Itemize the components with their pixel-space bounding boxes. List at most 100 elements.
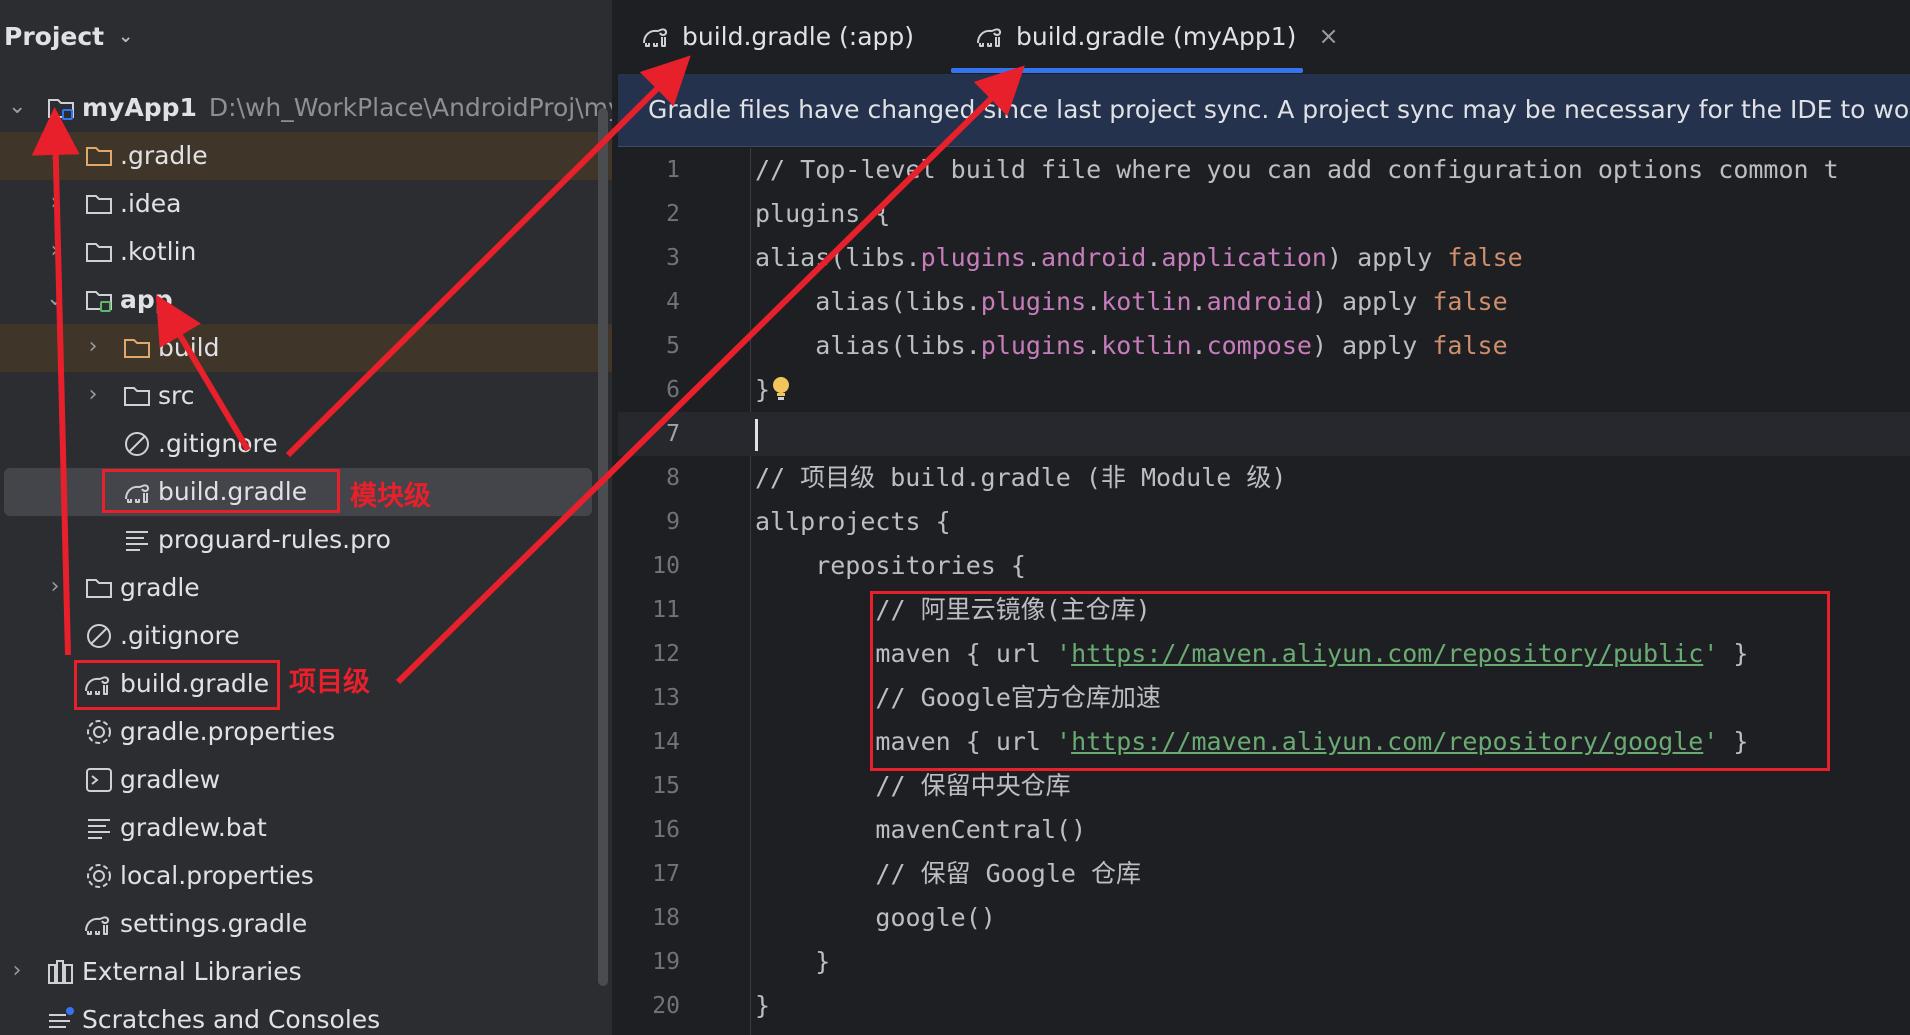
folder-icon <box>124 387 150 406</box>
code-line: 5 alias(libs.plugins.kotlin.compose) app… <box>666 331 1508 360</box>
terminal-icon <box>86 768 112 792</box>
module-build-gradle-highlight-box <box>102 469 340 513</box>
code-line: 20} <box>652 991 771 1020</box>
chevron-right-icon[interactable]: › <box>84 336 102 358</box>
tree-item-label: Scratches and Consoles <box>82 1005 381 1034</box>
tree-item-root-gitignore[interactable]: .gitignore <box>0 612 598 660</box>
code-line: 17 // 保留 Google 仓库 <box>652 859 1141 888</box>
tree-item-label: app <box>120 285 173 314</box>
text-file-icon <box>88 819 110 839</box>
code-line: 10 repositories { <box>652 551 1026 580</box>
project-build-gradle-highlight-box <box>74 660 280 710</box>
tree-item-gradlew-bat[interactable]: gradlew.bat <box>0 804 598 852</box>
gradle-icon <box>977 28 1002 47</box>
tree-item-label: .gitignore <box>120 621 240 650</box>
scratches-icon <box>49 1007 74 1028</box>
gear-icon <box>87 864 111 888</box>
gradle-sync-banner: Gradle files have changed since last pro… <box>618 74 1910 147</box>
ignore-icon <box>125 432 149 456</box>
gear-icon <box>87 720 111 744</box>
tree-item-label: proguard-rules.pro <box>158 525 391 554</box>
tree-item-label: .gradle <box>120 141 208 170</box>
tree-item-gradle-properties[interactable]: gradle.properties <box>0 708 598 756</box>
tab-build-gradle-app[interactable]: build.gradle (:app) <box>640 18 914 54</box>
tree-item-label: .kotlin <box>120 237 197 266</box>
project-level-annotation: 项目级 <box>289 667 370 698</box>
module-folder-icon <box>48 99 74 120</box>
code-line: 16 mavenCentral() <box>652 815 1087 844</box>
tree-item-label: build <box>158 333 220 362</box>
folder-orange-icon <box>86 147 112 166</box>
chevron-right-icon[interactable]: › <box>46 240 64 262</box>
folder-icon <box>86 243 112 262</box>
repository-mirrors-highlight-box <box>870 591 1830 771</box>
chevron-right-icon[interactable]: › <box>46 576 64 598</box>
module-folder-icon <box>86 291 112 312</box>
tree-item-label: local.properties <box>120 861 314 890</box>
code-line: 19 } <box>652 947 831 976</box>
tree-item-label: gradle <box>120 573 200 602</box>
tree-item-idea[interactable]: › .idea <box>0 180 598 228</box>
folder-orange-icon <box>124 339 150 358</box>
tree-item-dot-gradle[interactable]: › .gradle <box>0 132 612 180</box>
tree-item-app-gitignore[interactable]: .gitignore <box>0 420 598 468</box>
tree-item-label: External Libraries <box>82 957 302 986</box>
gradle-icon <box>643 28 668 47</box>
sidebar-scrollbar[interactable] <box>598 108 608 986</box>
code-line: 1// Top-level build file where you can a… <box>666 155 1839 184</box>
folder-icon <box>86 195 112 214</box>
tab-label: build.gradle (:app) <box>682 21 915 51</box>
chevron-right-icon[interactable]: › <box>46 144 64 166</box>
ignore-icon <box>87 624 111 648</box>
module-level-annotation: 模块级 <box>350 481 431 512</box>
tree-item-app[interactable]: ⌄ app <box>0 276 598 324</box>
tree-item-local-properties[interactable]: local.properties <box>0 852 598 900</box>
tree-item-scratches[interactable]: Scratches and Consoles <box>0 996 598 1035</box>
project-sidebar: Project ⌄ ⌄ myApp1 D:\wh_WorkPlace\Androi… <box>0 0 612 1035</box>
tree-root-label: myApp1 D:\wh_WorkPlace\AndroidProj\myAp <box>82 93 612 123</box>
tab-build-gradle-myapp1[interactable]: build.gradle (myApp1) × <box>974 18 1339 54</box>
code-line: 9 allprojects { <box>666 507 951 536</box>
tree-item-label: gradlew.bat <box>120 813 267 842</box>
gradle-icon <box>85 916 110 935</box>
code-line: 6} <box>618 368 1910 412</box>
tree-item-src[interactable]: › src <box>0 372 598 420</box>
chevron-down-icon[interactable]: ⌄ <box>8 96 26 118</box>
code-line: 2 plugins { <box>666 199 891 228</box>
chevron-down-icon[interactable]: ⌄ <box>118 26 133 47</box>
lightbulb-icon[interactable] <box>768 374 794 404</box>
chevron-down-icon[interactable]: ⌄ <box>46 288 64 310</box>
tree-item-build[interactable]: › build <box>0 324 612 372</box>
chevron-right-icon[interactable]: › <box>46 192 64 214</box>
tree-item-gradle-folder[interactable]: › gradle <box>0 564 598 612</box>
code-line: 18 google() <box>652 903 996 932</box>
project-view-selector[interactable]: Project ⌄ <box>4 16 133 56</box>
text-caret <box>755 419 758 451</box>
code-line: 3 alias(libs.plugins.android.application)… <box>666 243 1523 272</box>
code-line-current: 7 <box>618 412 1910 456</box>
close-icon[interactable]: × <box>1318 22 1338 50</box>
tree-item-label: gradlew <box>120 765 221 794</box>
library-icon <box>48 960 73 984</box>
code-line: 8// 项目级 build.gradle (非 Module 级) <box>666 463 1287 492</box>
tree-item-label: .gitignore <box>158 429 278 458</box>
project-view-title: Project <box>4 21 105 51</box>
tree-root-myapp1[interactable]: ⌄ myApp1 D:\wh_WorkPlace\AndroidProj\myAp <box>0 84 612 132</box>
tree-item-gradlew[interactable]: gradlew <box>0 756 598 804</box>
tree-item-kotlin[interactable]: › .kotlin <box>0 228 598 276</box>
tree-root-path: D:\wh_WorkPlace\AndroidProj\myAp <box>208 93 612 122</box>
code-line: 4 alias(libs.plugins.kotlin.android) app… <box>666 287 1508 316</box>
chevron-right-icon[interactable]: › <box>84 384 102 406</box>
tree-item-label: gradle.properties <box>120 717 336 746</box>
tree-item-settings-gradle[interactable]: settings.gradle <box>0 900 598 948</box>
tree-item-external-libraries[interactable]: › External Libraries <box>0 948 598 996</box>
active-tab-indicator <box>951 68 1303 73</box>
tab-label: build.gradle (myApp1) <box>1016 21 1297 51</box>
editor-tab-bar: build.gradle (:app) build.gradle (myApp1… <box>618 0 1910 75</box>
tree-item-label: .idea <box>120 189 182 218</box>
text-file-icon <box>126 531 148 551</box>
tree-item-proguard[interactable]: proguard-rules.pro <box>0 516 598 564</box>
chevron-right-icon[interactable]: › <box>8 960 26 982</box>
editor-area: build.gradle (:app) build.gradle (myApp1… <box>618 0 1910 1035</box>
tree-item-label: settings.gradle <box>120 909 308 938</box>
